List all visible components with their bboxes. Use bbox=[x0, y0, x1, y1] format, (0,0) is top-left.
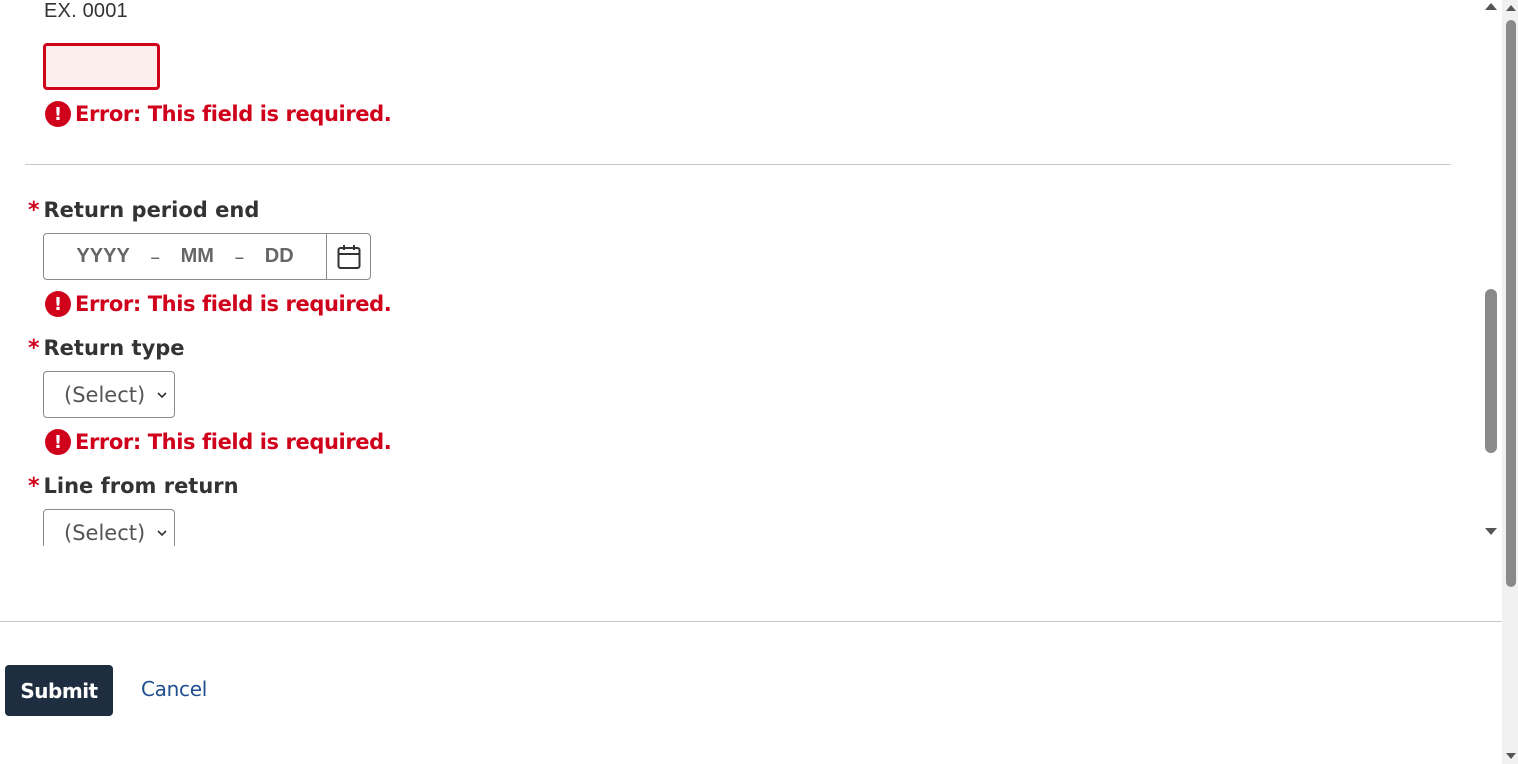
chevron-down-icon bbox=[157, 391, 167, 398]
month-segment[interactable]: MM bbox=[181, 245, 214, 268]
calendar-button[interactable] bbox=[326, 234, 370, 279]
page-scrollbar-thumb[interactable] bbox=[1506, 20, 1516, 587]
required-marker: * bbox=[28, 198, 40, 223]
page-scroll-down-arrow-icon[interactable] bbox=[1505, 750, 1517, 762]
exclamation-circle-icon: ! bbox=[45, 291, 71, 317]
reference-number-input[interactable] bbox=[43, 43, 160, 90]
page-scroll-up-arrow-icon[interactable] bbox=[1505, 2, 1517, 14]
section-divider bbox=[25, 164, 1451, 165]
required-marker: * bbox=[28, 336, 40, 361]
line-from-return-label: * Line from return bbox=[28, 474, 239, 499]
return-type-label: * Return type bbox=[28, 336, 185, 361]
scroll-down-arrow-icon[interactable] bbox=[1484, 524, 1498, 538]
year-segment[interactable]: YYYY bbox=[76, 245, 129, 268]
line-from-return-select[interactable]: (Select) bbox=[43, 509, 175, 546]
scroll-up-arrow-icon[interactable] bbox=[1484, 0, 1498, 14]
date-separator: – bbox=[150, 244, 161, 269]
footer-divider bbox=[0, 621, 1502, 622]
inner-scrollbar-thumb[interactable] bbox=[1485, 289, 1497, 453]
error-message: ! Error: This field is required. bbox=[45, 429, 392, 455]
day-segment[interactable]: DD bbox=[265, 245, 294, 268]
form-scroll-region[interactable]: EX. 0001 ! Error: This field is required… bbox=[0, 0, 1502, 546]
field-hint: EX. 0001 bbox=[44, 0, 128, 22]
submit-button[interactable]: Submit bbox=[5, 665, 113, 716]
date-separator: – bbox=[234, 244, 245, 269]
cancel-link[interactable]: Cancel bbox=[141, 677, 207, 701]
return-period-end-date-input[interactable]: YYYY – MM – DD bbox=[43, 233, 371, 280]
exclamation-circle-icon: ! bbox=[45, 101, 71, 127]
required-marker: * bbox=[28, 474, 40, 499]
chevron-down-icon bbox=[157, 529, 167, 536]
exclamation-circle-icon: ! bbox=[45, 429, 71, 455]
return-period-end-label: * Return period end bbox=[28, 198, 260, 223]
error-message: ! Error: This field is required. bbox=[45, 291, 392, 317]
calendar-icon bbox=[337, 244, 361, 269]
return-type-select[interactable]: (Select) bbox=[43, 371, 175, 418]
error-message: ! Error: This field is required. bbox=[45, 101, 392, 127]
